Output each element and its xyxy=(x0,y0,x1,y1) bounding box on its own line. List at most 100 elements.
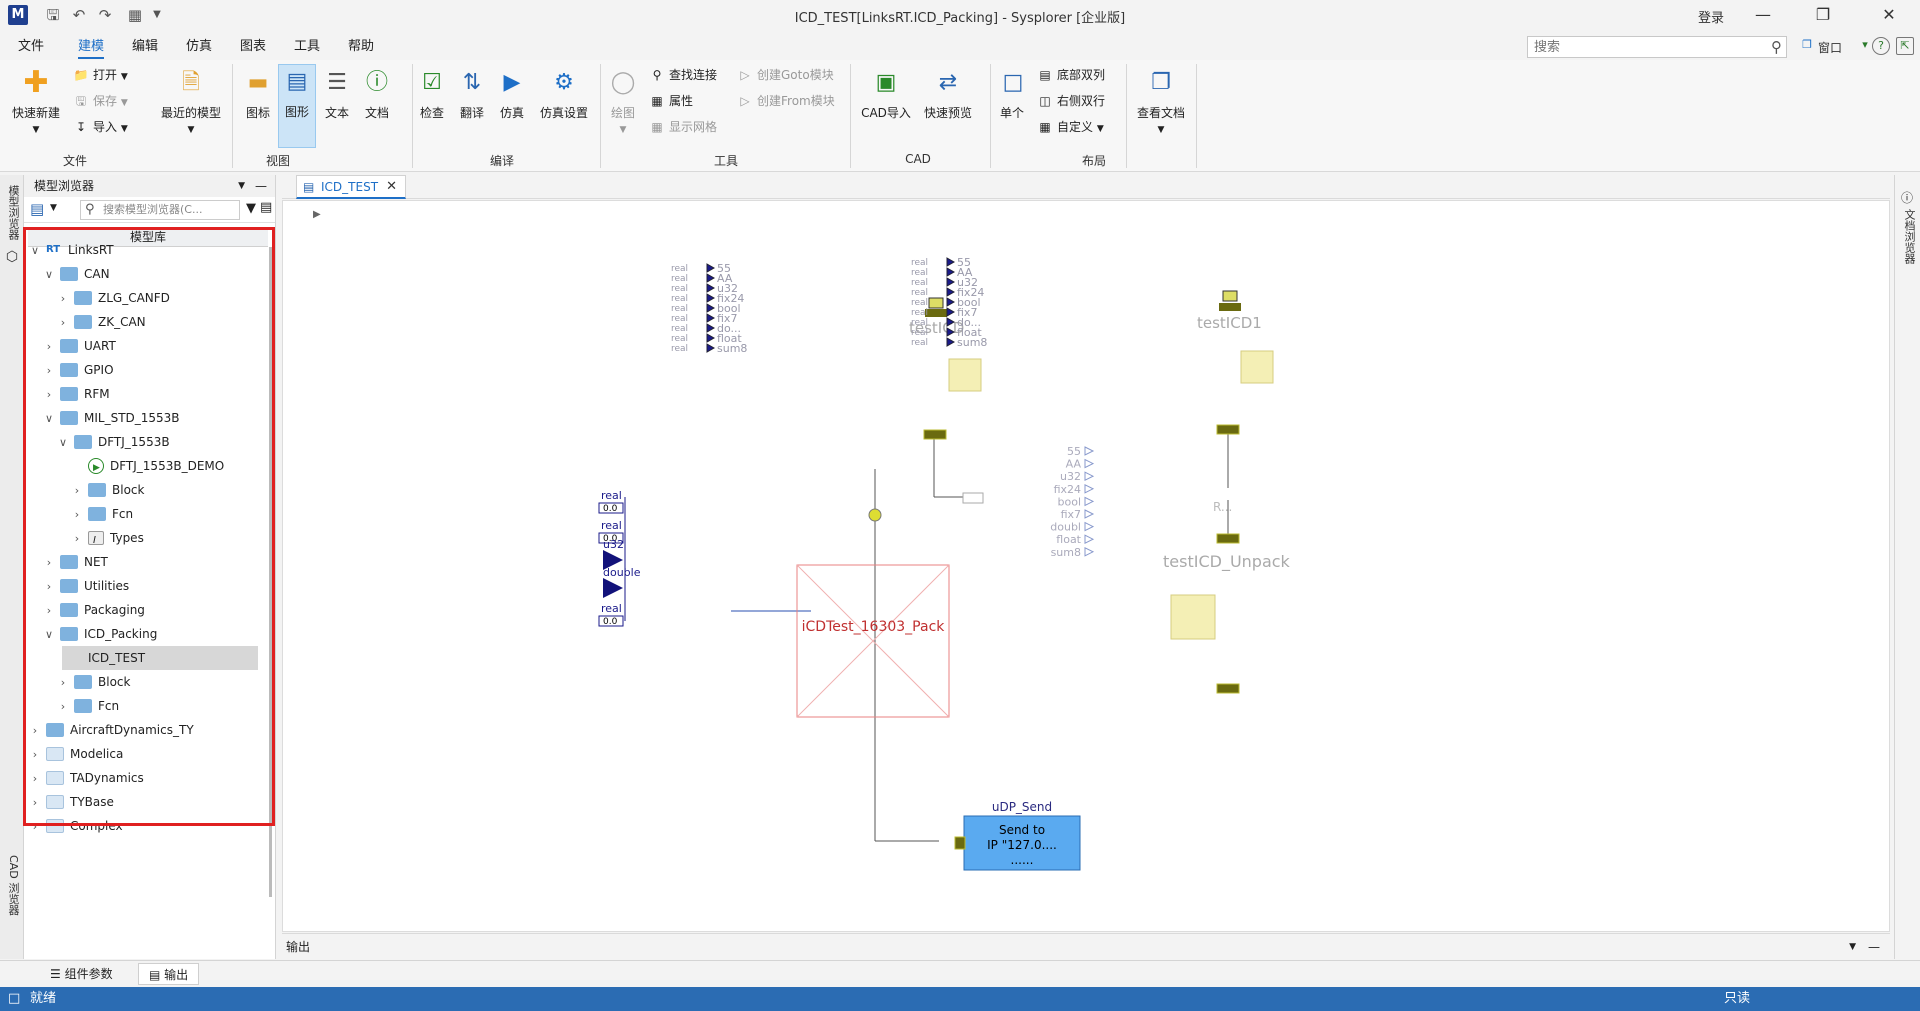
custom-layout-button[interactable]: ▦ 自定义 ▼ xyxy=(1036,116,1103,138)
chevron-down-icon[interactable]: ▼ xyxy=(1849,934,1856,960)
tab-edit[interactable]: 编辑 xyxy=(132,37,158,59)
chevron-down-icon[interactable]: ▼ xyxy=(146,4,168,26)
single-layout-button[interactable]: □ 单个 xyxy=(996,66,1028,146)
tab-icd-test[interactable]: ▤ ICD_TEST ✕ xyxy=(296,175,406,199)
chevron-right-icon[interactable]: › xyxy=(42,383,56,407)
tree-item[interactable]: ICD_TEST xyxy=(62,646,258,670)
chevron-right-icon[interactable]: › xyxy=(42,359,56,383)
tree-item[interactable]: › RFM xyxy=(42,382,260,406)
quick-new-button[interactable]: ✚ 快速新建 ▼ xyxy=(6,66,66,146)
tree-item[interactable]: › TADynamics xyxy=(28,766,260,790)
tab-file[interactable]: 文件 xyxy=(18,37,44,59)
tree-item[interactable]: › Complex xyxy=(28,814,260,838)
chevron-down-icon[interactable]: ∨ xyxy=(42,263,56,287)
diagram-view-button[interactable]: ▤ 图形 xyxy=(278,64,316,148)
open-button[interactable]: 📁 打开 ▼ xyxy=(72,64,128,86)
chevron-down-icon[interactable]: ▼ xyxy=(238,175,245,197)
chevron-down-icon[interactable]: ∨ xyxy=(42,407,56,431)
tab-charts[interactable]: 图表 xyxy=(240,37,266,59)
tree-item[interactable]: ∨ DFTJ_1553B xyxy=(56,430,260,454)
tree-item[interactable]: › Block xyxy=(56,670,260,694)
close-button[interactable]: ✕ xyxy=(1866,0,1912,30)
chevron-right-icon[interactable]: › xyxy=(70,503,84,527)
tab-simulation[interactable]: 仿真 xyxy=(186,37,212,59)
tree-item[interactable]: › NET xyxy=(42,550,260,574)
cad-import-button[interactable]: ▣ CAD导入 xyxy=(858,66,914,146)
library-icon[interactable]: ▤ xyxy=(30,200,44,218)
chevron-right-icon[interactable]: › xyxy=(70,527,84,551)
tree-item[interactable]: › ZLG_CANFD xyxy=(56,286,260,310)
create-from-button[interactable]: ▷ 创建From模块 xyxy=(736,90,834,112)
tree-item[interactable]: ∨ ICD_Packing xyxy=(42,622,260,646)
quick-access-grid-icon[interactable]: ▦ xyxy=(124,4,146,26)
doc-view-button[interactable]: ⓘ 文档 xyxy=(358,66,396,146)
show-grid-button[interactable]: ▦ 显示网格 xyxy=(648,116,717,138)
chevron-down-icon[interactable]: ∨ xyxy=(56,431,70,455)
chevron-right-icon[interactable]: › xyxy=(56,695,70,719)
draw-button[interactable]: ◯ 绘图 ▼ xyxy=(604,66,642,146)
close-tab-icon[interactable]: ✕ xyxy=(386,176,397,198)
create-goto-button[interactable]: ▷ 创建Goto模块 xyxy=(736,64,833,86)
simulate-button[interactable]: ▶ 仿真 xyxy=(494,66,530,146)
tree-item[interactable]: ∨ CAN xyxy=(42,262,260,286)
chevron-right-icon[interactable]: › xyxy=(42,575,56,599)
chevron-down-icon[interactable]: ∨ xyxy=(28,239,42,263)
chevron-right-icon[interactable]: › xyxy=(28,767,42,791)
tree-item[interactable]: › Block xyxy=(70,478,260,502)
check-button[interactable]: ☑ 检查 xyxy=(414,66,450,146)
tab-modeling[interactable]: 建模 xyxy=(78,37,105,59)
chevron-right-icon[interactable]: › xyxy=(28,719,42,743)
info-icon[interactable]: ⓘ xyxy=(1901,189,1913,206)
sim-settings-button[interactable]: ⚙ 仿真设置 xyxy=(536,66,592,146)
tree-scrollbar[interactable] xyxy=(268,247,274,947)
chevron-right-icon[interactable]: › xyxy=(28,743,42,767)
tree-item[interactable]: ∨ RT LinksRT xyxy=(28,238,260,262)
properties-button[interactable]: ▦ 属性 xyxy=(648,90,693,112)
tree-item[interactable]: › GPIO xyxy=(42,358,260,382)
tree-item[interactable]: › Fcn xyxy=(70,502,260,526)
collapse-icon[interactable]: ▤ xyxy=(260,200,272,215)
chevron-right-icon[interactable]: › xyxy=(42,551,56,575)
chevron-right-icon[interactable]: › xyxy=(70,479,84,503)
import-button[interactable]: ↧ 导入 ▼ xyxy=(72,116,128,138)
minimize-panel-icon[interactable]: — xyxy=(255,175,267,197)
tree-item[interactable]: › I Types xyxy=(70,526,260,550)
diagram-canvas[interactable]: ▶ testICD real 55 real AA real u32 real fix24 re… xyxy=(282,200,1890,932)
redo-icon[interactable]: ↷ xyxy=(94,4,116,26)
tree-item[interactable]: › Fcn xyxy=(56,694,260,718)
tree-item[interactable]: › Modelica xyxy=(28,742,260,766)
chevron-right-icon[interactable]: › xyxy=(56,311,70,335)
chevron-right-icon[interactable]: › xyxy=(56,287,70,311)
chevron-right-icon[interactable]: › xyxy=(42,335,56,359)
login-link[interactable]: 登录 xyxy=(1698,7,1724,26)
icon-view-button[interactable]: ▬ 图标 xyxy=(238,66,278,146)
search-icon[interactable]: ⚲ xyxy=(1771,38,1782,56)
tab-output[interactable]: ▤ 输出 xyxy=(138,963,200,985)
chevron-right-icon[interactable]: › xyxy=(28,791,42,815)
expand-icon[interactable]: ⇱ xyxy=(1896,37,1914,55)
find-connection-button[interactable]: ⚲ 查找连接 xyxy=(648,64,717,86)
save-button[interactable]: 🖫 保存 ▼ xyxy=(72,90,128,112)
chevron-down-icon[interactable]: ▼ xyxy=(50,203,57,213)
tree-item[interactable]: › ZK_CAN xyxy=(56,310,260,334)
undo-icon[interactable]: ↶ xyxy=(68,4,90,26)
quick-preview-button[interactable]: ⇄ 快速预览 xyxy=(920,66,976,146)
window-icon[interactable]: ❐ xyxy=(1798,37,1816,55)
tree-item[interactable]: › TYBase xyxy=(28,790,260,814)
save-icon[interactable]: 🖫 xyxy=(42,4,64,26)
chevron-down-icon[interactable]: ∨ xyxy=(42,623,56,647)
restore-button[interactable]: ❐ xyxy=(1800,0,1846,30)
cube-icon[interactable]: ⬡ xyxy=(4,249,20,265)
search-input[interactable] xyxy=(1528,37,1758,57)
tree-item[interactable]: › Packaging xyxy=(42,598,260,622)
tree-item[interactable]: ∨ MIL_STD_1553B xyxy=(42,406,260,430)
text-view-button[interactable]: ☰ 文本 xyxy=(318,66,356,146)
cad-browser-side-tab[interactable]: CAD 浏览器 xyxy=(5,855,21,915)
chevron-right-icon[interactable]: › xyxy=(28,815,42,839)
chevron-right-icon[interactable]: › xyxy=(56,671,70,695)
right-dual-button[interactable]: ◫ 右侧双行 xyxy=(1036,90,1105,112)
tree-item[interactable]: › UART xyxy=(42,334,260,358)
doc-browser-side-tab[interactable]: 文档浏览器 xyxy=(1901,209,1917,264)
chevron-right-icon[interactable]: › xyxy=(42,599,56,623)
tree-item[interactable]: › AircraftDynamics_TY xyxy=(28,718,260,742)
